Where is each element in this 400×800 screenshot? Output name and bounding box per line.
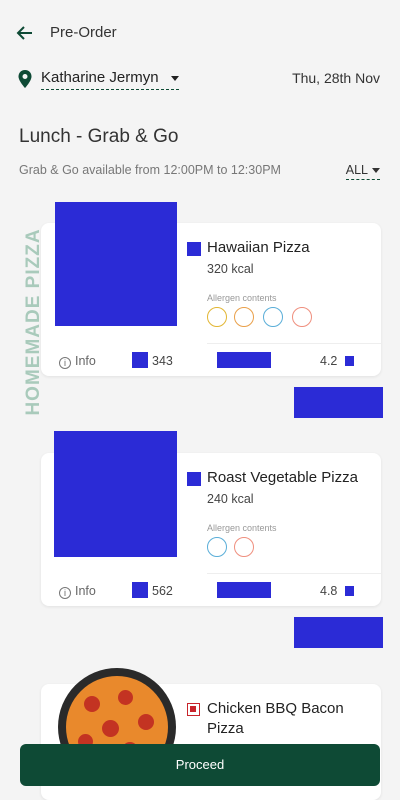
info-label: Info: [75, 584, 96, 598]
allergen-label: Allergen contents: [207, 293, 277, 303]
sulphites-allergen-icon: [234, 537, 254, 557]
filter-value: ALL: [345, 163, 368, 177]
order-count: 343: [152, 354, 173, 368]
topping: [138, 714, 154, 730]
item-name: Roast Vegetable Pizza: [207, 469, 358, 486]
item-kcal: 320 kcal: [207, 262, 254, 276]
item-image[interactable]: [54, 431, 177, 557]
location-pin-icon: [18, 70, 32, 88]
location-selector[interactable]: Katharine Jermyn: [41, 69, 179, 90]
add-button[interactable]: [294, 387, 383, 418]
item-name: Chicken BBQ Bacon Pizza: [207, 700, 344, 737]
allergen-label: Allergen contents: [207, 523, 277, 533]
star-icon: [345, 586, 354, 596]
info-label: Info: [75, 354, 96, 368]
meal-availability: Grab & Go available from 12:00PM to 12:3…: [19, 163, 281, 177]
info-button[interactable]: i Info: [59, 584, 96, 599]
info-icon: i: [59, 587, 71, 599]
back-arrow-icon[interactable]: [14, 22, 36, 44]
order-count: 562: [152, 584, 173, 598]
info-button[interactable]: i Info: [59, 354, 96, 369]
milk-allergen-icon: [263, 307, 283, 327]
star-icon: [345, 356, 354, 366]
divider: [207, 343, 381, 344]
sulphites-allergen-icon: [292, 307, 312, 327]
quantity-control[interactable]: [217, 352, 271, 368]
veg-badge-icon: [187, 472, 201, 486]
item-kcal: 240 kcal: [207, 492, 254, 506]
rating-value: 4.8: [320, 584, 338, 598]
item-image[interactable]: [55, 202, 177, 326]
veg-badge-icon: [187, 242, 201, 256]
proceed-button[interactable]: Proceed: [20, 744, 380, 786]
egg-allergen-icon: [234, 307, 254, 327]
item-name: Hawaiian Pizza: [207, 239, 310, 256]
topping: [102, 720, 119, 737]
date-label[interactable]: Thu, 28th Nov: [292, 70, 380, 86]
page-title: Pre-Order: [50, 24, 117, 41]
topping: [84, 696, 100, 712]
non-veg-badge-icon: [187, 703, 200, 716]
location-row: Katharine Jermyn Thu, 28th Nov: [0, 64, 400, 94]
gluten-allergen-icon: [207, 307, 227, 327]
meal-title: Lunch - Grab & Go: [19, 126, 179, 147]
chevron-down-icon: [170, 76, 179, 81]
orders-icon: [132, 582, 148, 598]
info-icon: i: [59, 357, 71, 369]
rating-value: 4.2: [320, 354, 338, 368]
chevron-down-icon: [372, 168, 380, 173]
filter-dropdown[interactable]: ALL: [345, 163, 380, 180]
orders-icon: [132, 352, 148, 368]
milk-allergen-icon: [207, 537, 227, 557]
quantity-control[interactable]: [217, 582, 271, 598]
topping: [118, 690, 133, 705]
divider: [207, 573, 381, 574]
add-button[interactable]: [294, 617, 383, 648]
top-bar: Pre-Order: [0, 0, 400, 64]
location-name: Katharine Jermyn: [41, 69, 159, 86]
